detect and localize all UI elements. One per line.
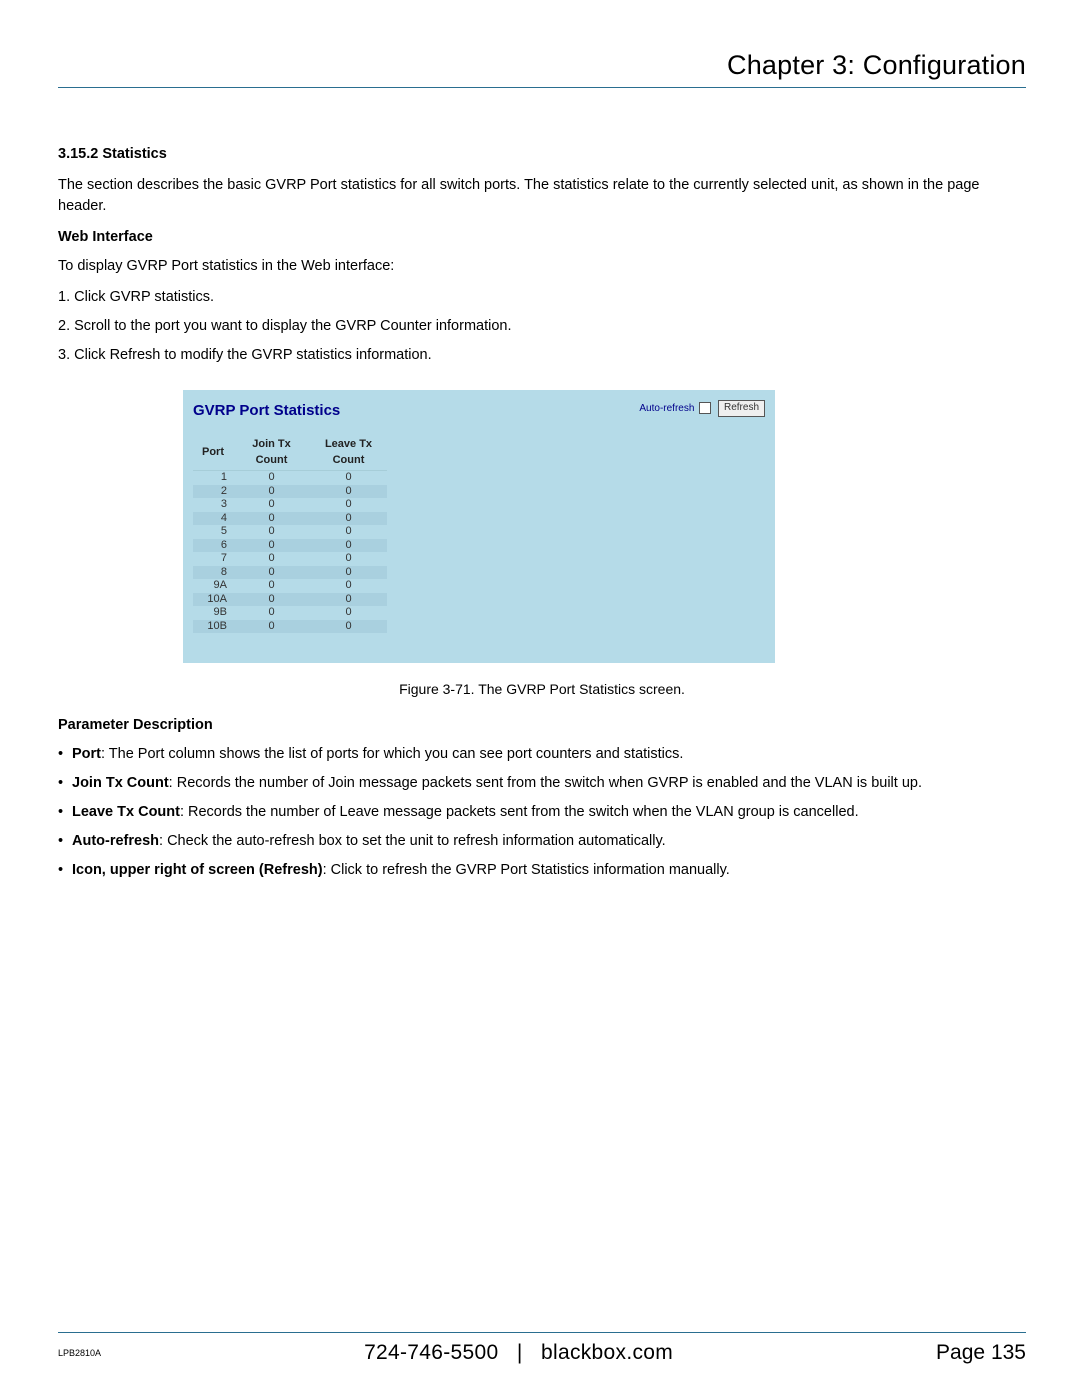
table-row: 800 <box>193 566 387 580</box>
table-row: 600 <box>193 539 387 553</box>
auto-refresh-label: Auto-refresh <box>639 403 694 414</box>
table-row: 300 <box>193 498 387 512</box>
parameter-description-heading: Parameter Description <box>58 715 1026 736</box>
table-row: 10B00 <box>193 620 387 634</box>
table-row: 400 <box>193 512 387 526</box>
web-interface-intro: To display GVRP Port statistics in the W… <box>58 256 1026 277</box>
instruction-step: 1. Click GVRP statistics. <box>58 287 1026 308</box>
figure-caption: Figure 3-71. The GVRP Port Statistics sc… <box>58 679 1026 699</box>
section-intro: The section describes the basic GVRP Por… <box>58 175 1026 217</box>
table-row: 9B00 <box>193 606 387 620</box>
web-interface-heading: Web Interface <box>58 227 1026 248</box>
gvrp-statistics-panel: GVRP Port Statistics Auto-refresh Refres… <box>183 390 775 663</box>
footer-model: LPB2810A <box>58 1348 101 1358</box>
parameter-item: Port: The Port column shows the list of … <box>58 744 1026 765</box>
parameter-item: Leave Tx Count: Records the number of Le… <box>58 802 1026 823</box>
col-leave: Leave Tx Count <box>310 436 387 470</box>
gvrp-stats-table: Port Join Tx Count Leave Tx Count 100200… <box>193 436 387 633</box>
table-row: 100 <box>193 471 387 485</box>
panel-title: GVRP Port Statistics <box>193 400 340 422</box>
table-row: 500 <box>193 525 387 539</box>
table-row: 10A00 <box>193 593 387 607</box>
refresh-button[interactable]: Refresh <box>718 400 765 417</box>
footer-rule <box>58 1332 1026 1333</box>
table-row: 9A00 <box>193 579 387 593</box>
instruction-step: 2. Scroll to the port you want to displa… <box>58 316 1026 337</box>
col-port: Port <box>193 436 233 470</box>
parameter-item: Join Tx Count: Records the number of Joi… <box>58 773 1026 794</box>
footer-center: 724-746-5500 | blackbox.com <box>364 1341 673 1365</box>
instruction-step: 3. Click Refresh to modify the GVRP stat… <box>58 345 1026 366</box>
table-row: 200 <box>193 485 387 499</box>
chapter-title: Chapter 3: Configuration <box>58 50 1026 81</box>
footer-page: Page 135 <box>936 1341 1026 1365</box>
parameter-item: Icon, upper right of screen (Refresh): C… <box>58 860 1026 881</box>
parameter-item: Auto-refresh: Check the auto-refresh box… <box>58 831 1026 852</box>
table-row: 700 <box>193 552 387 566</box>
auto-refresh-checkbox[interactable] <box>699 402 711 414</box>
section-heading: 3.15.2 Statistics <box>58 144 1026 165</box>
col-join: Join Tx Count <box>233 436 310 470</box>
header-rule <box>58 87 1026 88</box>
